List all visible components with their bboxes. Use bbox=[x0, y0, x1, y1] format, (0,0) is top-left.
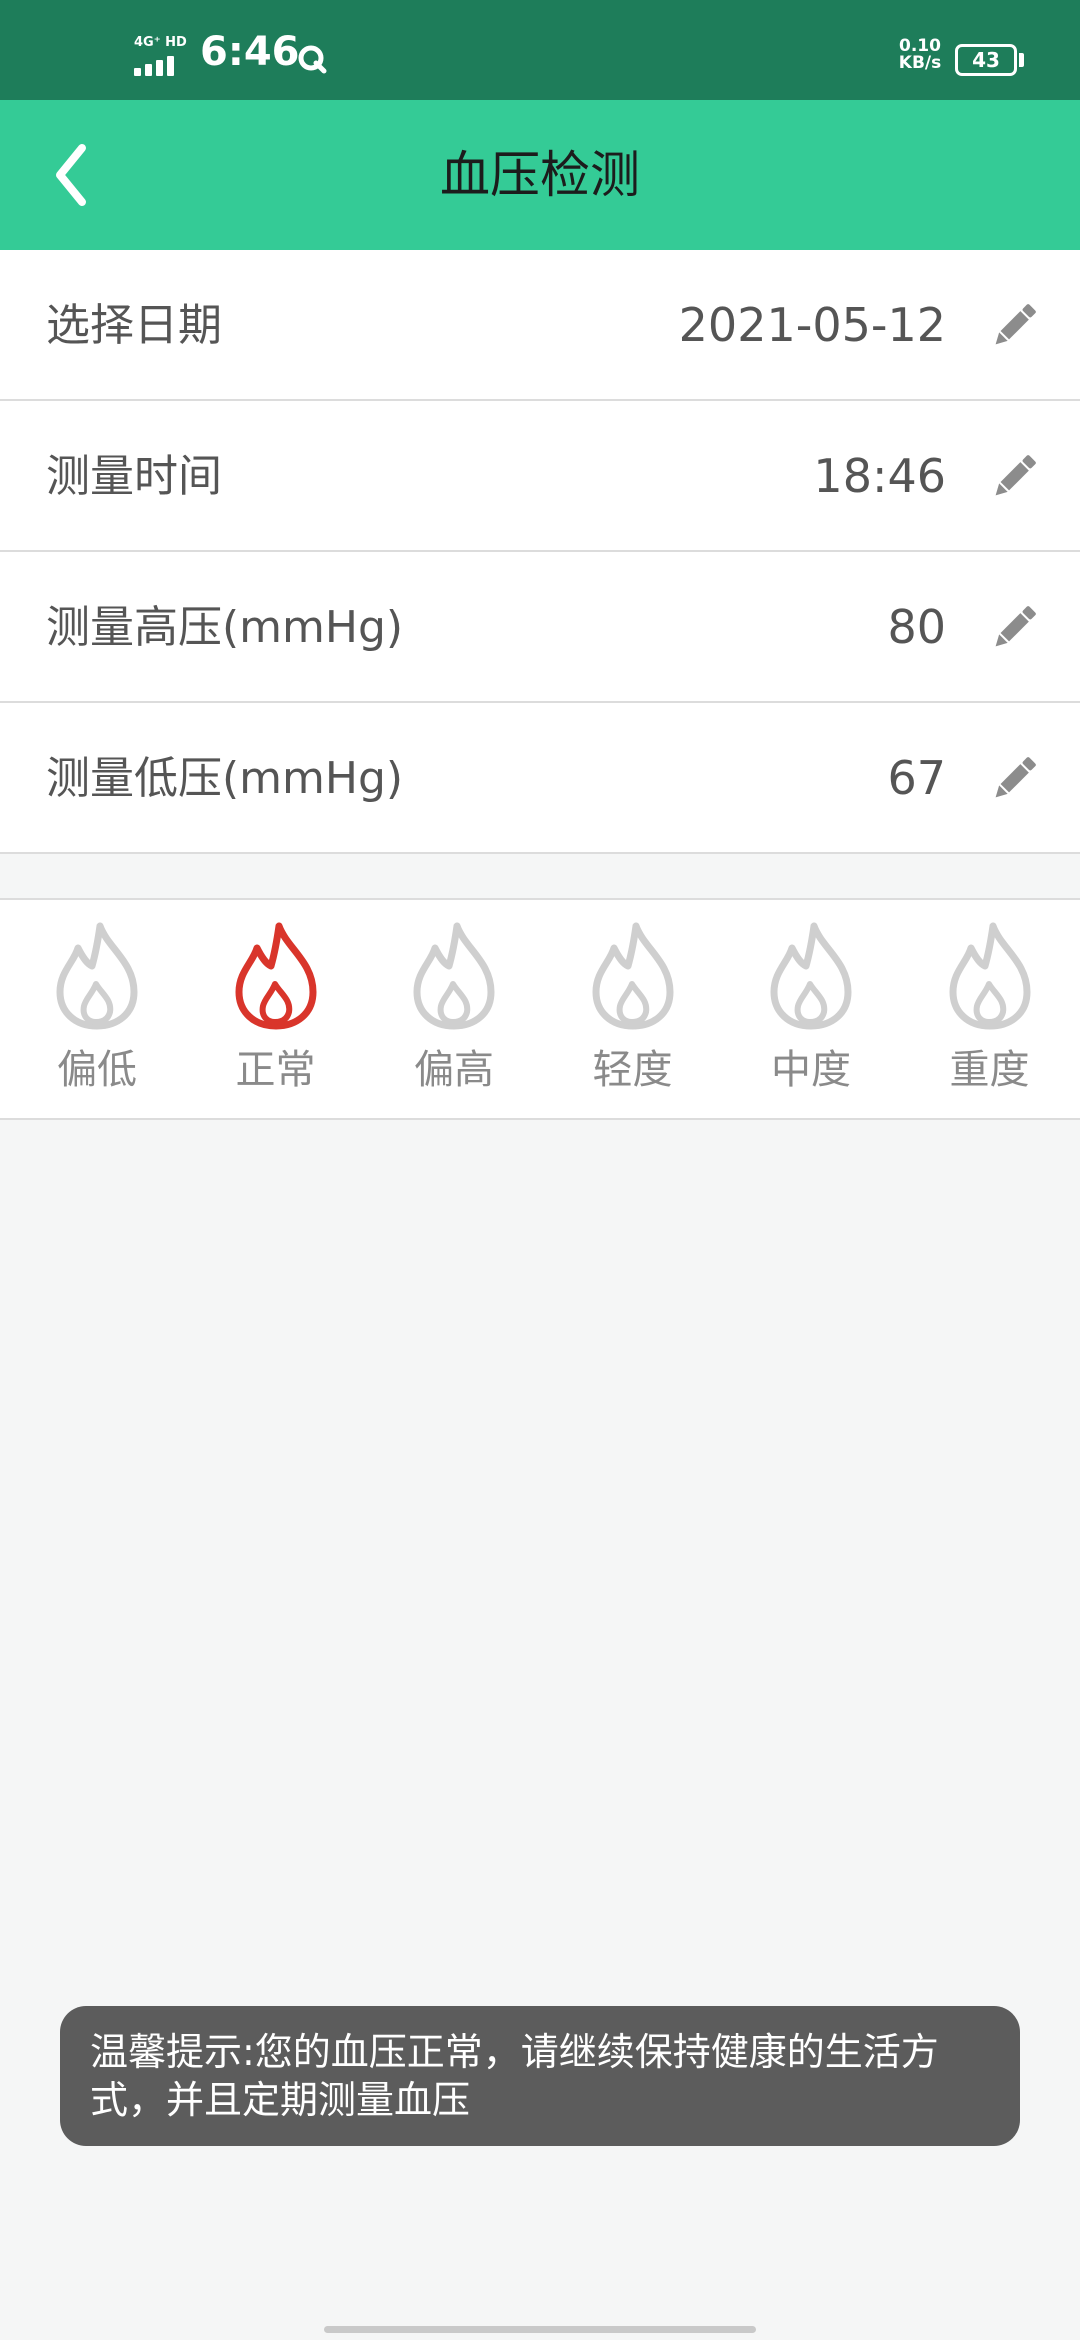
page-title: 血压检测 bbox=[440, 146, 640, 204]
network-type: 4G⁺ HD bbox=[134, 35, 187, 50]
battery-icon: 43 bbox=[955, 44, 1017, 76]
level-label: 轻度 bbox=[592, 1047, 673, 1093]
network-speed-unit: KB/s bbox=[898, 53, 942, 73]
row-label: 选择日期 bbox=[46, 300, 222, 351]
pencil-icon[interactable] bbox=[986, 751, 1042, 807]
flame-icon bbox=[949, 922, 1030, 1030]
level-label: 偏低 bbox=[57, 1047, 137, 1093]
notification-q-icon bbox=[298, 45, 327, 74]
row-value: 2021-05-12 bbox=[678, 298, 946, 352]
battery-level: 43 bbox=[972, 48, 1000, 72]
row-systolic[interactable]: 测量高压(mmHg) 80 bbox=[0, 552, 1080, 703]
level-item: 轻度 bbox=[544, 900, 722, 1120]
status-bar: 4G⁺ HD 6:46 0.10 KB/s 43 bbox=[0, 0, 1080, 100]
level-item: 中度 bbox=[722, 900, 900, 1120]
flame-icon bbox=[413, 922, 495, 1030]
level-item: 重度 bbox=[901, 900, 1079, 1120]
home-indicator[interactable] bbox=[324, 2326, 756, 2333]
pencil-icon[interactable] bbox=[986, 600, 1042, 656]
battery-tip bbox=[1019, 53, 1024, 67]
pressure-level-strip: 偏低 正常 偏高 轻度 中度 重度 bbox=[0, 898, 1080, 1120]
flame-icon bbox=[770, 922, 852, 1030]
app-bar: 血压检测 bbox=[0, 100, 1080, 250]
level-label: 正常 bbox=[235, 1047, 316, 1093]
flame-icon bbox=[592, 922, 673, 1030]
row-value: 18:46 bbox=[813, 449, 946, 503]
row-value: 67 bbox=[887, 751, 946, 805]
signal-indicator: 4G⁺ HD bbox=[134, 36, 192, 78]
row-select-date[interactable]: 选择日期 2021-05-12 bbox=[0, 250, 1080, 401]
tip-toast: 温馨提示:您的血压正常，请继续保持健康的生活方式，并且定期测量血压 bbox=[60, 2006, 1020, 2146]
chevron-left-icon bbox=[56, 144, 86, 206]
flame-icon bbox=[56, 922, 138, 1030]
flame-icon bbox=[235, 922, 316, 1030]
network-speed: 0.10 KB/s bbox=[897, 38, 943, 72]
row-label: 测量时间 bbox=[46, 451, 222, 502]
level-item: 偏高 bbox=[365, 900, 543, 1120]
measurement-form: 选择日期 2021-05-12 测量时间 18:46 测量高压(mmHg) 80 bbox=[0, 250, 1080, 854]
status-time: 6:46 bbox=[200, 29, 300, 75]
pencil-icon[interactable] bbox=[986, 298, 1042, 354]
pencil-icon[interactable] bbox=[986, 449, 1042, 505]
row-value: 80 bbox=[887, 600, 946, 654]
row-diastolic[interactable]: 测量低压(mmHg) 67 bbox=[0, 703, 1080, 854]
level-item: 正常 bbox=[187, 900, 365, 1120]
row-measure-time[interactable]: 测量时间 18:46 bbox=[0, 401, 1080, 552]
level-item: 偏低 bbox=[8, 900, 186, 1120]
level-label: 偏高 bbox=[414, 1047, 494, 1093]
row-label: 测量高压(mmHg) bbox=[46, 602, 404, 653]
back-button[interactable] bbox=[40, 130, 120, 220]
row-label: 测量低压(mmHg) bbox=[46, 753, 404, 804]
level-label: 中度 bbox=[771, 1047, 851, 1093]
level-label: 重度 bbox=[949, 1047, 1030, 1093]
